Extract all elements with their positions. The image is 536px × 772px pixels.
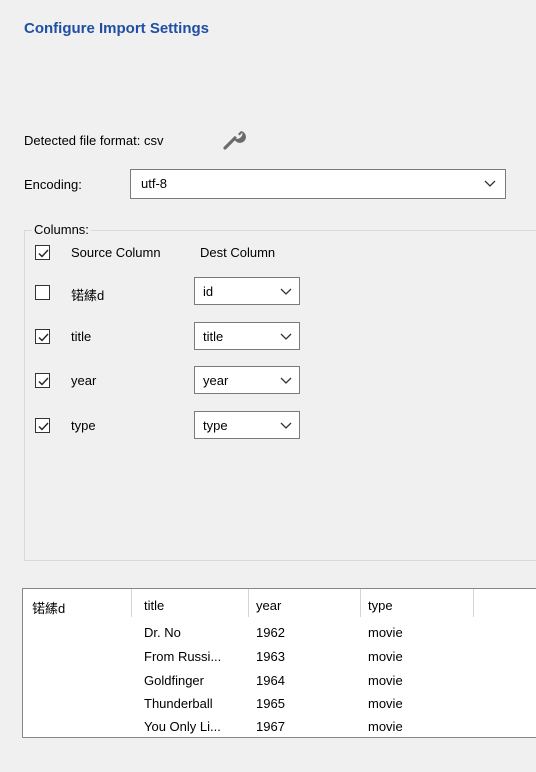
grid-cell: movie: [368, 649, 403, 664]
source-column-name: 锘縤d: [71, 288, 105, 303]
grid-cell: movie: [368, 673, 403, 688]
grid-cell: 1965: [256, 696, 285, 711]
dest-column-select[interactable]: id: [194, 277, 300, 305]
grid-cell: Goldfinger: [144, 673, 204, 688]
grid-cell: Thunderball: [144, 696, 213, 711]
chevron-down-icon: [483, 178, 497, 190]
grid-header[interactable]: title: [144, 598, 164, 613]
grid-cell: 1963: [256, 649, 285, 664]
column-checkbox[interactable]: [35, 373, 50, 388]
encoding-select[interactable]: utf-8: [130, 169, 506, 199]
source-column-name: year: [71, 373, 97, 388]
wrench-icon[interactable]: [222, 127, 248, 151]
select-all-checkbox[interactable]: [35, 245, 50, 260]
chevron-down-icon: [279, 331, 293, 343]
grid-cell: From Russi...: [144, 649, 222, 664]
preview-grid[interactable]: 锘縤d title year type Dr. No 1962 movie Fr…: [22, 588, 536, 738]
detected-format-label: Detected file format: csv: [24, 133, 164, 148]
column-separator[interactable]: [131, 589, 132, 617]
column-separator[interactable]: [473, 589, 474, 617]
column-separator[interactable]: [360, 589, 361, 617]
dest-column-select[interactable]: year: [194, 366, 300, 394]
chevron-down-icon: [279, 375, 293, 387]
column-checkbox[interactable]: [35, 285, 50, 300]
dialog-title: Configure Import Settings: [24, 20, 209, 37]
column-separator[interactable]: [248, 589, 249, 617]
columns-legend: Columns:: [32, 222, 91, 237]
grid-cell: movie: [368, 696, 403, 711]
dest-column-header: Dest Column: [200, 245, 276, 260]
dest-column-value: title: [203, 329, 224, 344]
chevron-down-icon: [279, 420, 293, 432]
source-column-name: type: [71, 418, 96, 433]
grid-header[interactable]: type: [368, 598, 393, 613]
source-column-header: Source Column: [71, 245, 161, 260]
dest-column-value: id: [203, 284, 214, 299]
encoding-value: utf-8: [141, 176, 168, 191]
dest-column-select[interactable]: type: [194, 411, 300, 439]
grid-header[interactable]: year: [256, 598, 281, 613]
grid-cell: 1964: [256, 673, 285, 688]
column-checkbox[interactable]: [35, 418, 50, 433]
dest-column-select[interactable]: title: [194, 322, 300, 350]
grid-cell: movie: [368, 719, 403, 734]
encoding-label: Encoding:: [24, 177, 82, 192]
dest-column-value: year: [203, 373, 229, 388]
grid-cell: movie: [368, 625, 403, 640]
grid-cell: You Only Li...: [144, 719, 221, 734]
grid-header[interactable]: 锘縤d: [32, 598, 65, 617]
grid-cell: Dr. No: [144, 625, 181, 640]
dest-column-value: type: [203, 418, 228, 433]
chevron-down-icon: [279, 286, 293, 298]
grid-cell: 1962: [256, 625, 285, 640]
source-column-name: title: [71, 329, 92, 344]
grid-cell: 1967: [256, 719, 285, 734]
column-checkbox[interactable]: [35, 329, 50, 344]
